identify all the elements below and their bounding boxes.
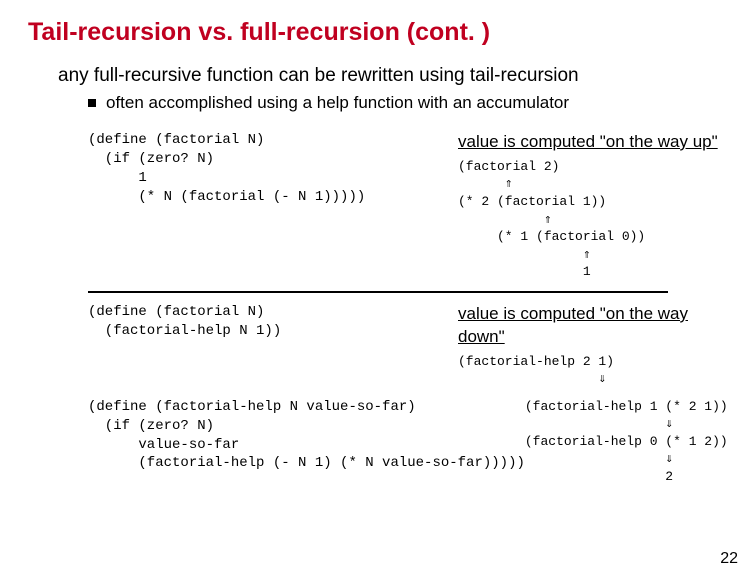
- page-number: 22: [720, 550, 738, 568]
- code-helper: (define (factorial-help N value-so-far) …: [88, 398, 525, 486]
- code-full-recursive: (define (factorial N) (if (zero? N) 1 (*…: [88, 131, 458, 281]
- bullet-item: often accomplished using a help function…: [88, 93, 728, 113]
- heading-up: value is computed "on the way up": [458, 131, 728, 154]
- trace-up: (factorial 2) ⇑ (* 2 (factorial 1)) ⇑ (*…: [458, 158, 728, 281]
- code-wrapper: (define (factorial N) (factorial-help N …: [88, 303, 458, 388]
- divider: [88, 291, 668, 293]
- bullet-icon: [88, 99, 96, 107]
- heading-down: value is computed "on the way down": [458, 303, 728, 349]
- bullet-text: often accomplished using a help function…: [106, 93, 569, 113]
- lead-text: any full-recursive function can be rewri…: [58, 65, 728, 87]
- trace-down-a: (factorial-help 2 1) ⇓: [458, 353, 728, 388]
- trace-down-b: (factorial-help 1 (* 2 1)) ⇓ (factorial-…: [525, 398, 728, 486]
- slide-title: Tail-recursion vs. full-recursion (cont.…: [28, 18, 728, 47]
